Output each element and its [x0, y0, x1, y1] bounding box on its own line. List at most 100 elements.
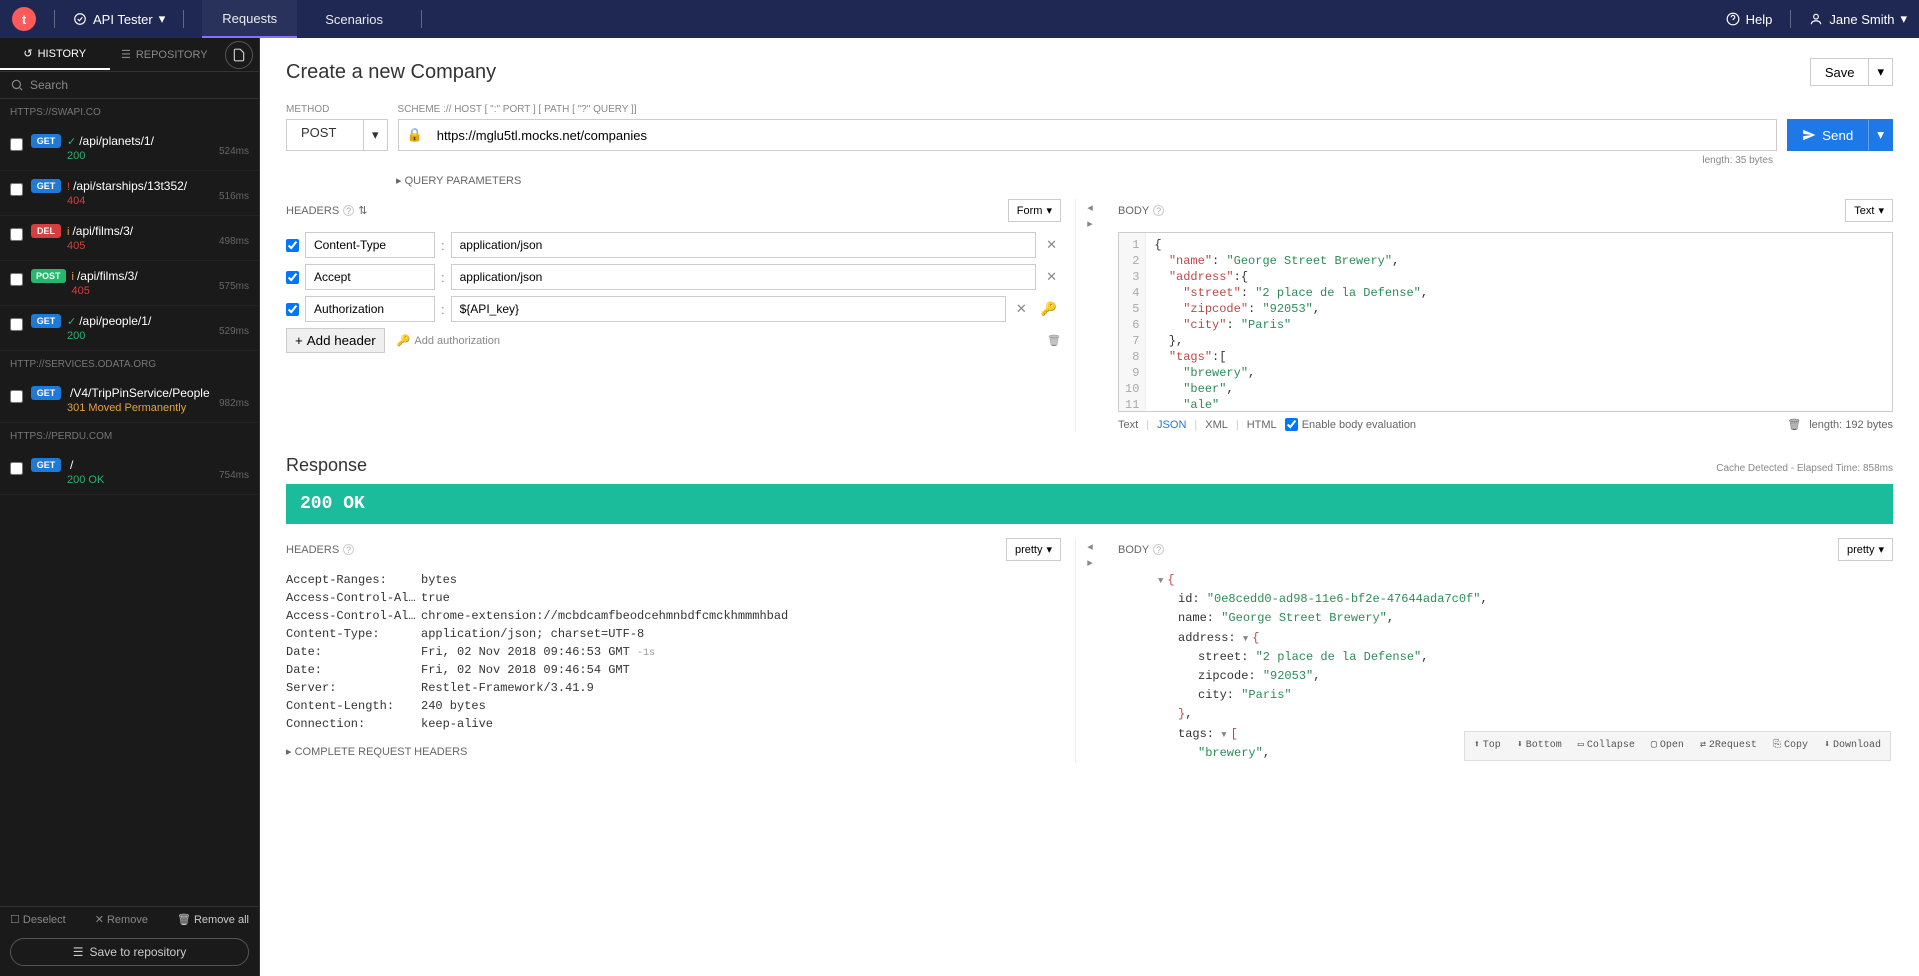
delete-header-icon[interactable]: ✕	[1042, 237, 1061, 253]
remove-action[interactable]: ✕ Remove	[95, 913, 148, 926]
resp-headers-pretty[interactable]: pretty ▾	[1006, 538, 1061, 561]
history-item[interactable]: GET !/api/starships/13t352/ 404 516ms	[0, 171, 259, 216]
resp-body-pretty[interactable]: pretty ▾	[1838, 538, 1893, 561]
help-icon[interactable]: ?	[1153, 544, 1164, 555]
divider	[1790, 10, 1791, 28]
history-checkbox[interactable]	[10, 462, 23, 475]
remove-all-action[interactable]: 🗑 Remove all	[177, 913, 249, 926]
collapse-right-icon[interactable]: ▸	[1087, 556, 1093, 569]
save-to-repository-button[interactable]: ☰ Save to repository	[10, 938, 249, 966]
sort-icon[interactable]: ⇅	[358, 204, 367, 217]
send-dropdown[interactable]: ▾	[1868, 119, 1893, 151]
header-value-input[interactable]	[451, 264, 1036, 290]
tab-requests[interactable]: Requests	[202, 0, 297, 38]
complete-request-headers[interactable]: ▸ COMPLETE REQUEST HEADERS	[286, 745, 1061, 758]
save-dropdown[interactable]: ▾	[1869, 58, 1893, 86]
collapse-left-icon[interactable]: ◂	[1087, 201, 1093, 214]
delete-header-icon[interactable]: ✕	[1012, 301, 1031, 317]
search-placeholder: Search	[30, 78, 68, 92]
send-button[interactable]: Send	[1787, 119, 1868, 151]
header-name-input[interactable]	[305, 296, 435, 322]
header-name-input[interactable]	[305, 264, 435, 290]
delete-all-headers[interactable]: 🗑	[1047, 334, 1061, 347]
history-item[interactable]: GET ✓/api/people/1/ 200 529ms	[0, 306, 259, 351]
resp-header-name: Connection:	[286, 715, 421, 733]
header-value-input[interactable]	[451, 296, 1006, 322]
history-path: !/api/starships/13t352/	[67, 179, 219, 193]
history-checkbox[interactable]	[10, 390, 23, 403]
search-bar[interactable]: Search	[0, 72, 259, 99]
resp-header-name: Access-Control-Allow-O…	[286, 607, 421, 625]
method-dropdown[interactable]: ▾	[364, 119, 388, 151]
help-icon[interactable]: ?	[1153, 205, 1164, 216]
resp-top[interactable]: ⬆ Top	[1468, 735, 1507, 757]
resp-header-name: Server:	[286, 679, 421, 697]
trash-icon[interactable]: 🗑	[1787, 418, 1801, 431]
history-item[interactable]: GET /V4/TripPinService/People 301 Moved …	[0, 378, 259, 423]
resp-copy[interactable]: ⎘ Copy	[1767, 735, 1814, 757]
history-status: 200 OK	[67, 474, 219, 486]
history-item[interactable]: DEL i/api/films/3/ 405 498ms	[0, 216, 259, 261]
body-editor[interactable]: 12345678910111213 { "name": "George Stre…	[1118, 232, 1893, 412]
header-name-input[interactable]	[305, 232, 435, 258]
query-params-toggle[interactable]: ▸ QUERY PARAMETERS	[396, 174, 1893, 187]
history-item[interactable]: POST i/api/films/3/ 405 575ms	[0, 261, 259, 306]
history-status: 404	[67, 195, 219, 207]
method-label: METHOD	[286, 104, 388, 115]
url-input[interactable]	[431, 122, 1776, 149]
body-type-html[interactable]: HTML	[1247, 419, 1277, 431]
app-selector[interactable]: API Tester ▾	[73, 11, 165, 27]
collapse-right-icon[interactable]: ▸	[1087, 217, 1093, 230]
resp-open[interactable]: ▢ Open	[1645, 735, 1690, 757]
deselect-action[interactable]: ☐ Deselect	[10, 913, 66, 926]
sidebar-tab-repository[interactable]: ☰ REPOSITORY	[110, 40, 220, 69]
divider	[54, 10, 55, 28]
history-path: i/api/films/3/	[72, 269, 219, 283]
resp-2request[interactable]: ⇄ 2Request	[1694, 735, 1763, 757]
history-checkbox[interactable]	[10, 273, 23, 286]
header-value-input[interactable]	[451, 232, 1036, 258]
collapse-left-icon[interactable]: ◂	[1087, 540, 1093, 553]
delete-header-icon[interactable]: ✕	[1042, 269, 1061, 285]
divider	[183, 10, 184, 28]
history-group-host: HTTP://SERVICES.ODATA.ORG	[0, 351, 259, 378]
help-icon[interactable]: ?	[343, 544, 354, 555]
history-item[interactable]: GET / 200 OK 754ms	[0, 450, 259, 495]
user-name: Jane Smith	[1829, 12, 1894, 27]
method-select[interactable]: POST	[286, 119, 364, 151]
history-checkbox[interactable]	[10, 138, 23, 151]
body-type-text[interactable]: Text	[1118, 419, 1138, 431]
new-request-button[interactable]	[225, 41, 253, 69]
history-status: 301 Moved Permanently	[67, 402, 219, 414]
sidebar-tab-history[interactable]: ↺ HISTORY	[0, 39, 110, 70]
add-header-button[interactable]: + Add header	[286, 328, 385, 353]
body-type-xml[interactable]: XML	[1205, 419, 1228, 431]
header-enabled[interactable]	[286, 271, 299, 284]
history-time: 982ms	[219, 398, 249, 409]
history-checkbox[interactable]	[10, 183, 23, 196]
history-time: 498ms	[219, 236, 249, 247]
enable-body-eval[interactable]: Enable body evaluation	[1285, 418, 1416, 431]
help-icon[interactable]: ?	[343, 205, 354, 216]
body-text-toggle[interactable]: Text ▾	[1845, 199, 1893, 222]
history-path: /	[67, 458, 219, 472]
user-menu[interactable]: Jane Smith ▾	[1809, 11, 1907, 27]
app-logo[interactable]: t	[12, 7, 36, 31]
body-type-json[interactable]: JSON	[1157, 419, 1186, 431]
history-status: 200	[67, 150, 219, 162]
headers-form-toggle[interactable]: Form ▾	[1008, 199, 1061, 222]
header-enabled[interactable]	[286, 239, 299, 252]
resp-collapse[interactable]: ▭ Collapse	[1572, 735, 1641, 757]
add-authorization-button[interactable]: 🔑 Add authorization	[397, 334, 500, 347]
header-enabled[interactable]	[286, 303, 299, 316]
key-icon[interactable]: 🔑	[1037, 301, 1061, 317]
history-checkbox[interactable]	[10, 228, 23, 241]
help-link[interactable]: Help	[1726, 12, 1773, 27]
history-item[interactable]: GET ✓/api/planets/1/ 200 524ms	[0, 126, 259, 171]
resp-download[interactable]: ⬇ Download	[1818, 735, 1887, 757]
resp-bottom[interactable]: ⬇ Bottom	[1511, 735, 1568, 757]
save-button[interactable]: Save	[1810, 58, 1870, 86]
tab-scenarios[interactable]: Scenarios	[305, 0, 403, 38]
history-checkbox[interactable]	[10, 318, 23, 331]
resp-headers-label: HEADERS	[286, 544, 339, 556]
